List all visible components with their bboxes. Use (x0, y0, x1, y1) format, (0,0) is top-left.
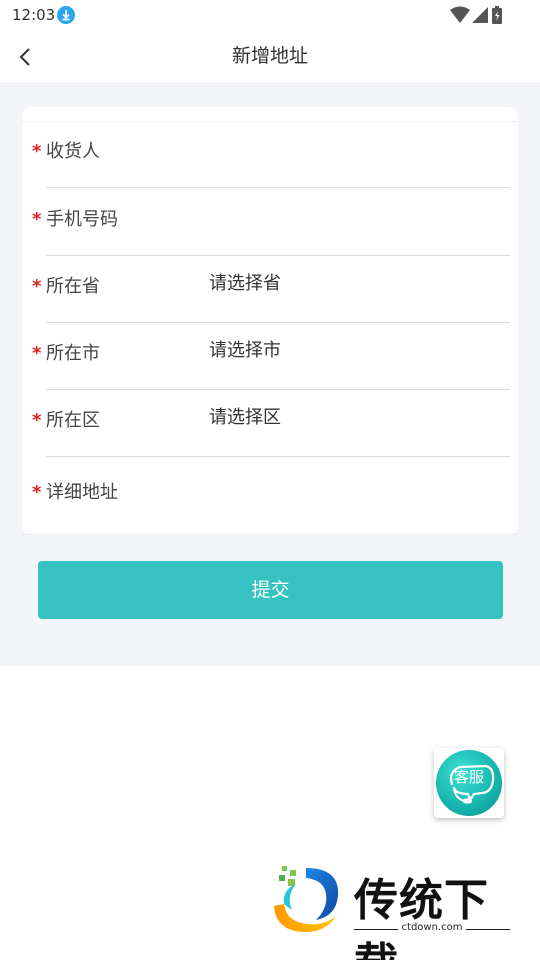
field-label: 手机号码 (46, 209, 118, 230)
form-row-detail-address: * 详细地址 (22, 448, 518, 508)
customer-service-label: 客服 (453, 768, 484, 786)
field-label: 所在区 (46, 410, 100, 431)
status-bar: 12:03 (0, 0, 540, 30)
status-time: 12:03 (12, 6, 56, 24)
phone-input[interactable] (209, 199, 499, 231)
form-row-district[interactable]: * 所在区 请选择区 (22, 376, 518, 436)
watermark-url: ctdown.com (401, 922, 463, 933)
watermark: 传统下载 ctdown.com (266, 860, 516, 960)
required-mark: * (32, 209, 42, 230)
province-select[interactable]: 请选择省 (209, 269, 281, 295)
customer-service-button[interactable]: 客服 (434, 748, 504, 818)
form-row-province[interactable]: * 所在省 请选择省 (22, 242, 518, 302)
address-form: * 收货人 * 手机号码 * 所在省 请选择省 * 所在市 请选择市 * 所在区… (22, 107, 518, 535)
ctdown-logo-icon (274, 866, 339, 932)
field-label: 所在省 (46, 276, 100, 297)
district-select[interactable]: 请选择区 (209, 403, 281, 429)
download-icon (57, 6, 75, 24)
required-mark: * (32, 141, 42, 162)
form-row-phone: * 手机号码 (22, 175, 518, 235)
signal-icon (472, 7, 488, 23)
status-icons (450, 6, 510, 24)
watermark-title: 传统下载 (354, 875, 489, 960)
nav-header: 新增地址 (0, 30, 540, 84)
field-label: 所在市 (46, 343, 100, 364)
required-mark: * (32, 482, 42, 503)
consignee-input[interactable] (209, 131, 499, 163)
battery-icon (492, 6, 502, 24)
required-mark: * (32, 410, 42, 431)
field-label: 收货人 (46, 141, 100, 162)
submit-button[interactable]: 提交 (38, 561, 503, 619)
wifi-icon (450, 6, 470, 23)
card-bottom-divider (22, 534, 518, 535)
required-mark: * (32, 276, 42, 297)
city-select[interactable]: 请选择市 (209, 336, 281, 362)
watermark-rule (466, 929, 510, 930)
form-row-consignee: * 收货人 (22, 107, 518, 167)
required-mark: * (32, 343, 42, 364)
field-label: 详细地址 (46, 482, 118, 503)
page-title: 新增地址 (231, 45, 308, 67)
form-row-city[interactable]: * 所在市 请选择市 (22, 309, 518, 369)
detail-address-input[interactable] (209, 472, 499, 504)
customer-service-badge: 客服 (436, 750, 502, 816)
